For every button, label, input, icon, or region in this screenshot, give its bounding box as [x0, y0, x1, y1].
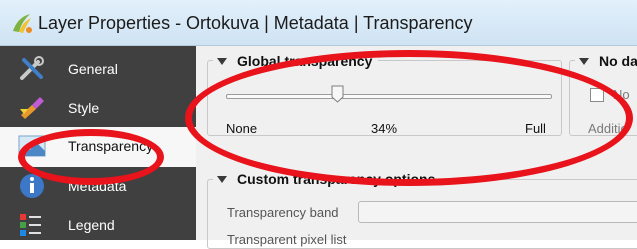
slider-max-label: Full: [525, 121, 546, 136]
global-transparency-header[interactable]: Global transparency: [213, 53, 379, 69]
sidebar-item-transparency[interactable]: Transparency: [0, 127, 196, 167]
sidebar-item-label: Transparency: [68, 138, 154, 154]
sidebar-item-style[interactable]: Style: [0, 89, 196, 128]
sidebar-item-label: Style: [68, 100, 100, 116]
sidebar-item-legend[interactable]: Legend: [0, 206, 196, 245]
collapse-triangle-icon: [579, 57, 589, 65]
sidebar-item-label: Metadata: [68, 178, 127, 194]
title-bar: Layer Properties - Ortokuva | Metadata |…: [0, 0, 637, 46]
sidebar-item-label: Legend: [68, 217, 115, 233]
sidebar-item-label: General: [68, 61, 118, 77]
collapse-triangle-icon: [217, 57, 227, 65]
slider-min-label: None: [226, 121, 258, 136]
additional-no-data-label: Additio: [588, 121, 628, 136]
transparency-band-label: Transparency band: [227, 205, 339, 220]
collapse-triangle-icon: [217, 175, 227, 183]
slider-handle[interactable]: [331, 85, 344, 103]
sidebar: General Style Transparency Metadata Lege…: [0, 46, 196, 240]
wrench-screwdriver-icon: [20, 56, 44, 80]
transparency-slider[interactable]: [226, 94, 552, 99]
legend-icon: [20, 214, 41, 236]
qgis-logo-icon: [13, 14, 32, 33]
info-icon: [20, 174, 44, 198]
no-data-checkbox-label: No: [613, 87, 630, 102]
sidebar-item-metadata[interactable]: Metadata: [0, 167, 196, 206]
no-data-header[interactable]: No da: [575, 53, 637, 69]
sidebar-item-general[interactable]: General: [0, 50, 196, 89]
custom-transparency-header[interactable]: Custom transparency options: [213, 171, 442, 187]
window-title: Layer Properties - Ortokuva | Metadata |…: [38, 13, 473, 33]
no-data-checkbox[interactable]: [590, 88, 604, 102]
paintbrush-icon: [20, 97, 44, 119]
transparency-band-select[interactable]: [358, 201, 637, 223]
slider-value-label: 34%: [371, 121, 398, 136]
raster-transparency-icon: [18, 135, 46, 157]
